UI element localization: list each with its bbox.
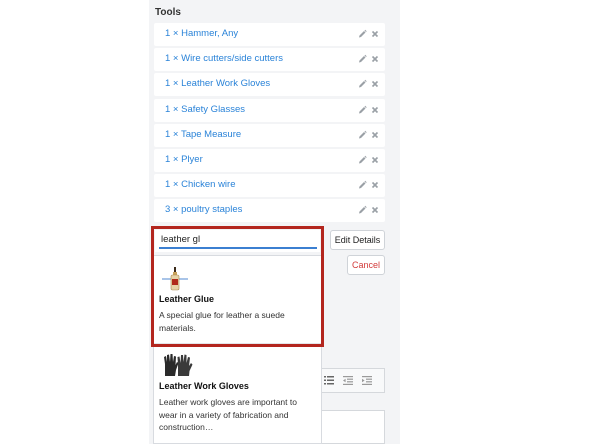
tool-item-label[interactable]: 1 × Wire cutters/side cutters [165, 53, 283, 64]
glue-bottle-icon [170, 267, 180, 291]
tool-item[interactable]: 1 × Plyer [154, 149, 385, 172]
result-name: Leather Work Gloves [159, 381, 249, 391]
tool-item-label[interactable]: 3 × poultry staples [165, 204, 242, 215]
close-icon[interactable] [370, 78, 380, 90]
tool-item[interactable]: 1 × Hammer, Any [154, 23, 385, 46]
close-icon[interactable] [370, 104, 380, 116]
tool-item[interactable]: 1 × Wire cutters/side cutters [154, 48, 385, 72]
search-input-value: leather gl [161, 234, 201, 245]
pencil-icon[interactable] [357, 204, 367, 216]
close-icon[interactable] [370, 28, 380, 40]
result-description: Leather work gloves are important to wea… [159, 397, 297, 432]
tool-item-label[interactable]: 1 × Hammer, Any [165, 28, 238, 39]
search-results-dropdown: Leather Glue A special glue for leather … [153, 255, 322, 444]
tool-search-input[interactable]: leather gl [155, 230, 320, 252]
tool-item-label[interactable]: 1 × Plyer [165, 154, 203, 165]
search-focus-underline [159, 247, 317, 249]
tool-item-label[interactable]: 1 × Chicken wire [165, 179, 236, 190]
close-icon[interactable] [370, 53, 380, 65]
indent-icon[interactable] [362, 376, 372, 385]
gloves-icon [164, 354, 193, 376]
close-icon[interactable] [370, 179, 380, 191]
editor-text-area[interactable] [322, 410, 385, 444]
pencil-icon[interactable] [357, 28, 367, 40]
bulleted-list-icon[interactable] [324, 376, 334, 385]
pencil-icon[interactable] [357, 78, 367, 90]
tool-item-label[interactable]: 1 × Leather Work Gloves [165, 78, 270, 89]
pencil-icon[interactable] [357, 104, 367, 116]
close-icon[interactable] [370, 129, 380, 141]
outdent-icon[interactable] [343, 376, 353, 385]
result-leather-glue[interactable]: Leather Glue A special glue for leather … [154, 256, 321, 343]
result-name: Leather Glue [159, 294, 215, 304]
pencil-icon[interactable] [357, 179, 367, 191]
close-icon[interactable] [370, 204, 380, 216]
tool-item-label[interactable]: 1 × Safety Glasses [165, 104, 245, 115]
close-icon[interactable] [370, 154, 380, 166]
result-leather-work-gloves[interactable]: Leather Work Gloves Leather work gloves … [154, 344, 321, 444]
tool-item[interactable]: 1 × Leather Work Gloves [154, 73, 385, 97]
cancel-button[interactable]: Cancel [347, 255, 385, 275]
edit-details-button[interactable]: Edit Details [330, 230, 385, 250]
editor-toolbar [322, 368, 385, 393]
stage: Tools 1 × Hammer, Any 1 × Wire cutters/si… [0, 0, 592, 444]
result-description: A special glue for leather a suede mater… [159, 310, 285, 333]
tool-item[interactable]: 3 × poultry staples [154, 199, 385, 223]
pencil-icon[interactable] [357, 129, 367, 141]
tool-item[interactable]: 1 × Safety Glasses [154, 98, 385, 122]
pencil-icon[interactable] [357, 53, 367, 65]
tool-item-label[interactable]: 1 × Tape Measure [165, 129, 241, 140]
tools-heading: Tools [155, 7, 181, 18]
tool-item[interactable]: 1 × Tape Measure [154, 123, 385, 147]
tool-item[interactable]: 1 × Chicken wire [154, 174, 385, 198]
pencil-icon[interactable] [357, 154, 367, 166]
